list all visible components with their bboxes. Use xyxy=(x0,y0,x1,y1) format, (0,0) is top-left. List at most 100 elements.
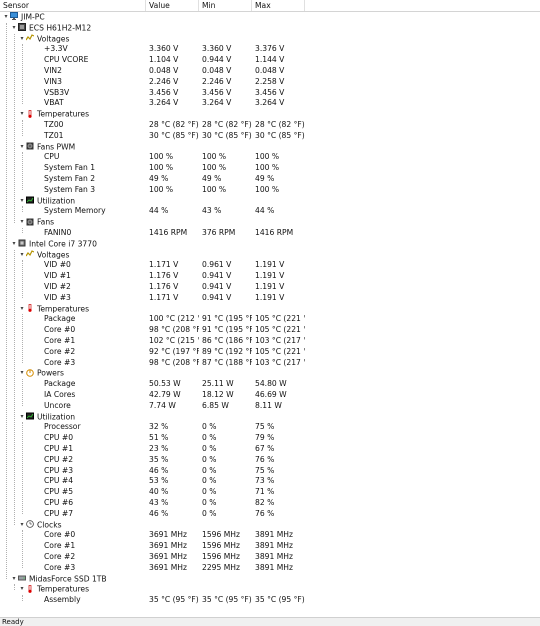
sensor-row[interactable]: System Fan 3 100 % 100 % 100 % xyxy=(0,185,305,196)
tree-node[interactable]: ▾ MidasForce SSD 1TB xyxy=(0,574,305,585)
sensor-row[interactable]: Processor 32 % 0 % 75 % xyxy=(0,422,305,433)
max-cell: 3891 MHz xyxy=(255,530,293,540)
collapse-toggle-icon[interactable]: ▾ xyxy=(18,217,26,228)
collapse-toggle-icon[interactable]: ▾ xyxy=(18,520,26,531)
sensor-row[interactable]: FANIN0 1416 RPM 376 RPM 1416 RPM xyxy=(0,228,305,239)
sensor-row[interactable]: Uncore 7.74 W 6.85 W 8.11 W xyxy=(0,401,305,412)
sensor-row[interactable]: CPU #7 46 % 0 % 76 % xyxy=(0,509,305,520)
sensor-row[interactable]: +3.3V 3.360 V 3.360 V 3.376 V xyxy=(0,44,305,55)
sensor-row[interactable]: VIN3 2.246 V 2.246 V 2.258 V xyxy=(0,77,305,88)
collapse-toggle-icon[interactable]: ▾ xyxy=(18,250,26,261)
tree-node[interactable]: ▾ JIM-PC xyxy=(0,12,305,23)
sensor-row[interactable]: TZ00 28 °C (82 °F) 28 °C (82 °F) 28 °C (82 … xyxy=(0,120,305,131)
sensor-label: CPU #2 xyxy=(44,454,74,464)
sensor-row[interactable]: VID #1 1.176 V 0.941 V 1.191 V xyxy=(0,271,305,282)
collapse-toggle-icon[interactable]: ▾ xyxy=(10,574,18,585)
value-cell: 92 °C (197 °F) xyxy=(149,346,199,356)
collapse-toggle-icon[interactable]: ▾ xyxy=(18,142,26,153)
tree-node[interactable]: ▾ Temperatures xyxy=(0,584,305,595)
sensor-row[interactable]: Package 50.53 W 25.11 W 54.80 W xyxy=(0,379,305,390)
header-min[interactable]: Min xyxy=(199,0,252,11)
header-max[interactable]: Max xyxy=(252,0,305,11)
header-value[interactable]: Value xyxy=(146,0,199,11)
sensor-row[interactable]: Core #2 3691 MHz 1596 MHz 3891 MHz xyxy=(0,552,305,563)
tree-node[interactable]: ▾ Clocks xyxy=(0,520,305,531)
tree-node[interactable]: ▾ Utilization xyxy=(0,196,305,207)
value-cell: 32 % xyxy=(149,422,169,432)
sensor-row[interactable]: Core #2 92 °C (197 °F) 89 °C (192 °F) 105 °… xyxy=(0,347,305,358)
value-cell: 3691 MHz xyxy=(149,552,187,561)
tree-node[interactable]: ▾ Temperatures xyxy=(0,109,305,120)
tree-node[interactable]: ▾ Powers xyxy=(0,368,305,379)
sensor-row[interactable]: VID #3 1.171 V 0.941 V 1.191 V xyxy=(0,293,305,304)
sensor-row[interactable]: CPU #1 23 % 0 % 67 % xyxy=(0,444,305,455)
collapse-toggle-icon[interactable]: ▾ xyxy=(18,412,26,423)
sensor-row[interactable]: VIN2 0.048 V 0.048 V 0.048 V xyxy=(0,66,305,77)
fan-icon xyxy=(26,218,34,226)
sensor-row[interactable]: CPU #4 53 % 0 % 73 % xyxy=(0,476,305,487)
sensor-row[interactable]: System Fan 2 49 % 49 % 49 % xyxy=(0,174,305,185)
min-cell: 0 % xyxy=(202,476,217,486)
sensor-row[interactable]: VBAT 3.264 V 3.264 V 3.264 V xyxy=(0,98,305,109)
collapse-toggle-icon[interactable]: ▾ xyxy=(10,239,18,250)
sensor-row[interactable]: VSB3V 3.456 V 3.456 V 3.456 V xyxy=(0,88,305,99)
sensor-name-cell: ▾ JIM-PC xyxy=(0,12,148,23)
sensor-row[interactable]: IA Cores 42.79 W 18.12 W 46.69 W xyxy=(0,390,305,401)
sensor-row[interactable]: CPU #6 43 % 0 % 82 % xyxy=(0,498,305,509)
sensor-row[interactable]: CPU #5 40 % 0 % 71 % xyxy=(0,487,305,498)
sensor-row[interactable]: Core #1 3691 MHz 1596 MHz 3891 MHz xyxy=(0,541,305,552)
tree-node[interactable]: ▾ Temperatures xyxy=(0,304,305,315)
sensor-row[interactable]: CPU VCORE 1.104 V 0.944 V 1.144 V xyxy=(0,55,305,66)
collapse-toggle-icon[interactable]: ▾ xyxy=(18,304,26,315)
sensor-row[interactable]: VID #2 1.176 V 0.941 V 1.191 V xyxy=(0,282,305,293)
sensor-label: Fans PWM xyxy=(37,142,76,151)
tree-node[interactable]: ▾ Utilization xyxy=(0,412,305,423)
sensor-label: CPU xyxy=(44,152,60,162)
max-cell: 3891 MHz xyxy=(255,541,293,551)
max-cell: 105 °C (221 °... xyxy=(255,325,305,335)
tree-node[interactable]: ▾ Fans PWM xyxy=(0,142,305,153)
collapse-toggle-icon[interactable]: ▾ xyxy=(10,23,18,34)
tree-node[interactable]: ▾ Fans xyxy=(0,217,305,228)
tree-node[interactable]: ▾ Voltages xyxy=(0,250,305,261)
value-cell: 1.104 V xyxy=(149,55,179,65)
sensor-name-cell: ▾ Voltages xyxy=(0,250,164,261)
sensor-row[interactable]: Core #3 3691 MHz 2295 MHz 3891 MHz xyxy=(0,563,305,574)
value-cell: 51 % xyxy=(149,433,169,443)
max-cell: 71 % xyxy=(255,487,275,497)
thermometer-icon xyxy=(26,109,34,118)
header-sensor[interactable]: Sensor xyxy=(0,0,146,11)
sensor-row[interactable]: TZ01 30 °C (85 °F) 30 °C (85 °F) 30 °C (85 … xyxy=(0,131,305,142)
min-cell: 89 °C (192 °F) xyxy=(202,346,252,356)
sensor-row[interactable]: VID #0 1.171 V 0.961 V 1.191 V xyxy=(0,260,305,271)
value-cell: 43 % xyxy=(149,498,169,507)
collapse-toggle-icon[interactable]: ▾ xyxy=(18,109,26,120)
sensor-row[interactable]: Core #1 102 °C (215 °...86 °C (186 °F)103… xyxy=(0,336,305,347)
sensor-row[interactable]: Core #3 98 °C (208 °F) 87 °C (188 °F) 103 °… xyxy=(0,358,305,369)
sensor-row[interactable]: CPU #0 51 % 0 % 79 % xyxy=(0,433,305,444)
collapse-toggle-icon[interactable]: ▾ xyxy=(18,584,26,595)
collapse-toggle-icon[interactable]: ▾ xyxy=(18,196,26,207)
clock-icon xyxy=(26,520,34,528)
sensor-row[interactable]: Core #0 3691 MHz 1596 MHz 3891 MHz xyxy=(0,530,305,541)
sensor-row[interactable]: Package 100 °C (212 °...91 °C (195 °F)105… xyxy=(0,314,305,325)
sensor-row[interactable]: CPU 100 % 100 % 100 % xyxy=(0,152,305,163)
sensor-tree[interactable]: ▾ JIM-PC ▾ ECS H61H2-M12 ▾ Voltages +3.3V 3.360… xyxy=(0,12,540,618)
sensor-label: FANIN0 xyxy=(44,228,72,237)
tree-node[interactable]: ▾ ECS H61H2-M12 xyxy=(0,23,305,34)
max-cell: 1.191 V xyxy=(255,271,285,281)
cpu-icon xyxy=(18,239,26,247)
sensor-row[interactable]: Core #0 98 °C (208 °F) 91 °C (195 °F) 105 °… xyxy=(0,325,305,336)
sensor-row[interactable]: CPU #3 46 % 0 % 75 % xyxy=(0,466,305,477)
collapse-toggle-icon[interactable]: ▾ xyxy=(18,368,26,379)
sensor-row[interactable]: CPU #2 35 % 0 % 76 % xyxy=(0,455,305,466)
sensor-row[interactable]: System Memory 44 % 43 % 44 % xyxy=(0,206,305,217)
value-cell: 1.176 V xyxy=(149,271,179,281)
collapse-toggle-icon[interactable]: ▾ xyxy=(2,12,10,23)
min-cell: 35 °C (95 °F) xyxy=(202,595,252,605)
sensor-row[interactable]: System Fan 1 100 % 100 % 100 % xyxy=(0,163,305,174)
tree-node[interactable]: ▾ Intel Core i7 3770 xyxy=(0,239,305,250)
collapse-toggle-icon[interactable]: ▾ xyxy=(18,34,26,45)
tree-node[interactable]: ▾ Voltages xyxy=(0,34,305,45)
sensor-row[interactable]: Assembly 35 °C (95 °F) 35 °C (95 °F) 35 °C … xyxy=(0,595,305,606)
